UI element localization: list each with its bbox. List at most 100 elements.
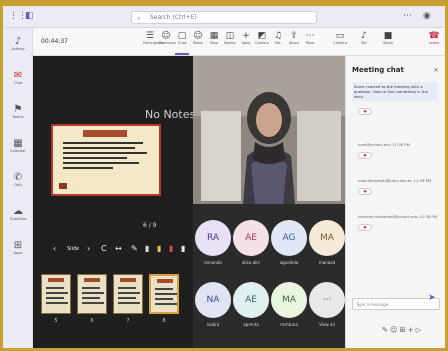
marker-yellow-icon[interactable]: ▮ — [157, 244, 161, 253]
close-icon[interactable]: × — [433, 66, 439, 74]
next-slide-button[interactable]: › — [87, 244, 90, 253]
thumbnail-line — [155, 298, 173, 300]
thumbnail-number: 5 — [54, 318, 58, 324]
toolbar-mic-button[interactable]: ♫ Mic — [271, 31, 285, 45]
toolbar-more-button[interactable]: ⋯ More — [303, 31, 317, 45]
current-slide[interactable] — [51, 124, 161, 196]
participant-avatar[interactable]: NA — [195, 282, 231, 318]
eraser-icon[interactable]: ▮ — [181, 244, 185, 253]
exit-button[interactable]: C — [101, 244, 107, 253]
reaction-badge[interactable]: ♥ — [358, 188, 372, 195]
leave-button[interactable]: ☎ Leave — [427, 31, 441, 45]
mic-icon: ♫ — [273, 31, 283, 41]
thumbnail-line — [118, 297, 136, 299]
chat-title: Meeting chat — [352, 66, 404, 74]
slide-text-line — [63, 152, 147, 154]
slide-thumbnail[interactable] — [149, 274, 179, 314]
participant-name: manaad — [318, 260, 336, 265]
thumbnail-line — [46, 302, 68, 304]
message-meta: summer.mohamed@school.edu 11:38 PM — [358, 214, 437, 219]
teams-icon: ⚑ — [13, 104, 23, 115]
rail-item-calendar[interactable]: ▦ Calendar — [3, 138, 33, 153]
participant-avatar[interactable]: MA — [271, 282, 307, 318]
thumbnail-line — [82, 297, 100, 299]
toolbar-camera-button[interactable]: ◩ Camera — [255, 31, 269, 45]
slide-controls: ‹ Slide › C ↔ ✎ ▮ ▮ ▮ ▮ — [53, 244, 203, 258]
toolbar-share-button[interactable]: ⇪ Share — [287, 31, 301, 45]
thumbnail-header — [120, 278, 136, 282]
chat-message: Some reacted to the meeting with a quest… — [352, 82, 438, 101]
reaction-badge[interactable]: ♥ — [358, 224, 372, 231]
participant-avatar[interactable]: AG — [271, 220, 307, 256]
rail-item-activity[interactable]: ♪ Activity — [3, 36, 33, 51]
camera-icon: ▭ — [335, 31, 345, 41]
compose-placeholder: Type a message — [356, 302, 389, 307]
participants-icon: ☰ — [145, 31, 155, 41]
toolbar-view-button[interactable]: ▦ View — [207, 31, 221, 45]
rail-item-onedrive[interactable]: ☁ OneDrive — [3, 206, 33, 221]
slide-mode-label: Slide — [67, 246, 80, 252]
toolbar-participants-button[interactable]: ☰ Participants — [143, 31, 164, 45]
rail-item-label: Activity — [11, 47, 25, 51]
toolbar-apps-button[interactable]: + Apps — [239, 31, 253, 45]
toolbar-label: Chat — [177, 41, 187, 45]
thumbnail-line — [46, 292, 68, 294]
toolbar-chat-button[interactable]: ▢ Chat — [175, 31, 189, 55]
more-icon[interactable]: ⋯ — [403, 11, 412, 21]
calendar-icon: ▦ — [13, 138, 23, 149]
presenter-stage: No Notes 6 / 9 ‹ Slide › C ↔ ✎ ▮ ▮ ▮ ▮ 5… — [33, 56, 345, 348]
compose-toolbar[interactable]: ✎ ☺ ⊞ + ▷ — [382, 326, 442, 334]
bell-icon: ♪ — [14, 36, 22, 47]
participant-avatar[interactable]: AE — [233, 220, 269, 256]
slide-thumbnail[interactable] — [41, 274, 71, 314]
slide-text-line — [63, 157, 127, 159]
toolbar-rooms-button[interactable]: ◫ Rooms — [223, 31, 237, 45]
apps-icon: ⊞ — [13, 240, 23, 251]
app-rail: ♪ Activity ✉ Chat ⚑ Teams ▦ Calendar ✆ Calls ☁ OneD… — [3, 28, 33, 348]
participant-avatar[interactable]: AE — [233, 282, 269, 318]
rail-item-calls[interactable]: ✆ Calls — [3, 172, 33, 187]
toolbar-label: Mic — [275, 41, 281, 45]
toolbar-label: Camera — [333, 41, 347, 45]
thumbnail-line — [46, 287, 64, 289]
rail-item-teams[interactable]: ⚑ Teams — [3, 104, 33, 119]
slide-thumbnail[interactable] — [113, 274, 143, 314]
toolbar-label: Rooms — [224, 41, 236, 45]
apps-icon: + — [242, 31, 250, 41]
toolbar-label: View — [209, 41, 219, 45]
speaker-video[interactable] — [193, 56, 345, 204]
send-icon[interactable]: ➤ — [428, 293, 436, 303]
pen-icon[interactable]: ✎ — [131, 244, 138, 253]
avatar[interactable]: ◉ — [423, 11, 431, 21]
thumbnail-line — [118, 302, 140, 304]
rail-item-apps[interactable]: ⊞ Apps — [3, 240, 33, 255]
toolbar-react-button[interactable]: ☺ React — [191, 31, 205, 45]
meeting-timer: 00:44:37 — [41, 38, 68, 45]
view-icon: ▦ — [209, 31, 219, 41]
participant-avatar[interactable]: ⋯ — [309, 282, 345, 318]
laser-pointer-icon[interactable]: ↔ — [115, 244, 122, 253]
participant-avatar[interactable]: MA — [309, 220, 345, 256]
highlighter-icon[interactable]: ▮ — [145, 244, 149, 253]
toolbar-label: Share — [288, 41, 300, 45]
slide-thumbnail[interactable] — [77, 274, 107, 314]
rail-item-label: OneDrive — [9, 217, 27, 221]
thumbnail-line — [155, 288, 173, 290]
marker-red-icon[interactable]: ▮ — [169, 244, 173, 253]
device-camera-button[interactable]: ▭ Camera — [333, 31, 347, 45]
device-mic-button[interactable]: ♪ Mic — [357, 31, 371, 45]
rail-item-label: Apps — [13, 251, 23, 255]
participant-name: mmanda — [204, 260, 222, 265]
toolbar-reactions-button[interactable]: ☺ Reactions — [159, 31, 176, 45]
search-input[interactable]: ⌕ Search (Ctrl+E) — [131, 11, 317, 24]
participant-name: aprenta — [243, 322, 259, 327]
participant-avatar[interactable]: RA — [195, 220, 231, 256]
thumbnail-line — [82, 302, 104, 304]
thumbnail-number: 6 — [90, 318, 94, 324]
device-share-button[interactable]: ■ Share — [381, 31, 395, 45]
rail-item-chat[interactable]: ✉ Chat — [3, 70, 33, 85]
chat-compose-input[interactable]: Type a message — [352, 298, 440, 310]
reaction-badge[interactable]: ♥ — [358, 152, 372, 159]
reaction-badge[interactable]: ♥ — [358, 108, 372, 115]
previous-slide-button[interactable]: ‹ — [53, 244, 56, 253]
